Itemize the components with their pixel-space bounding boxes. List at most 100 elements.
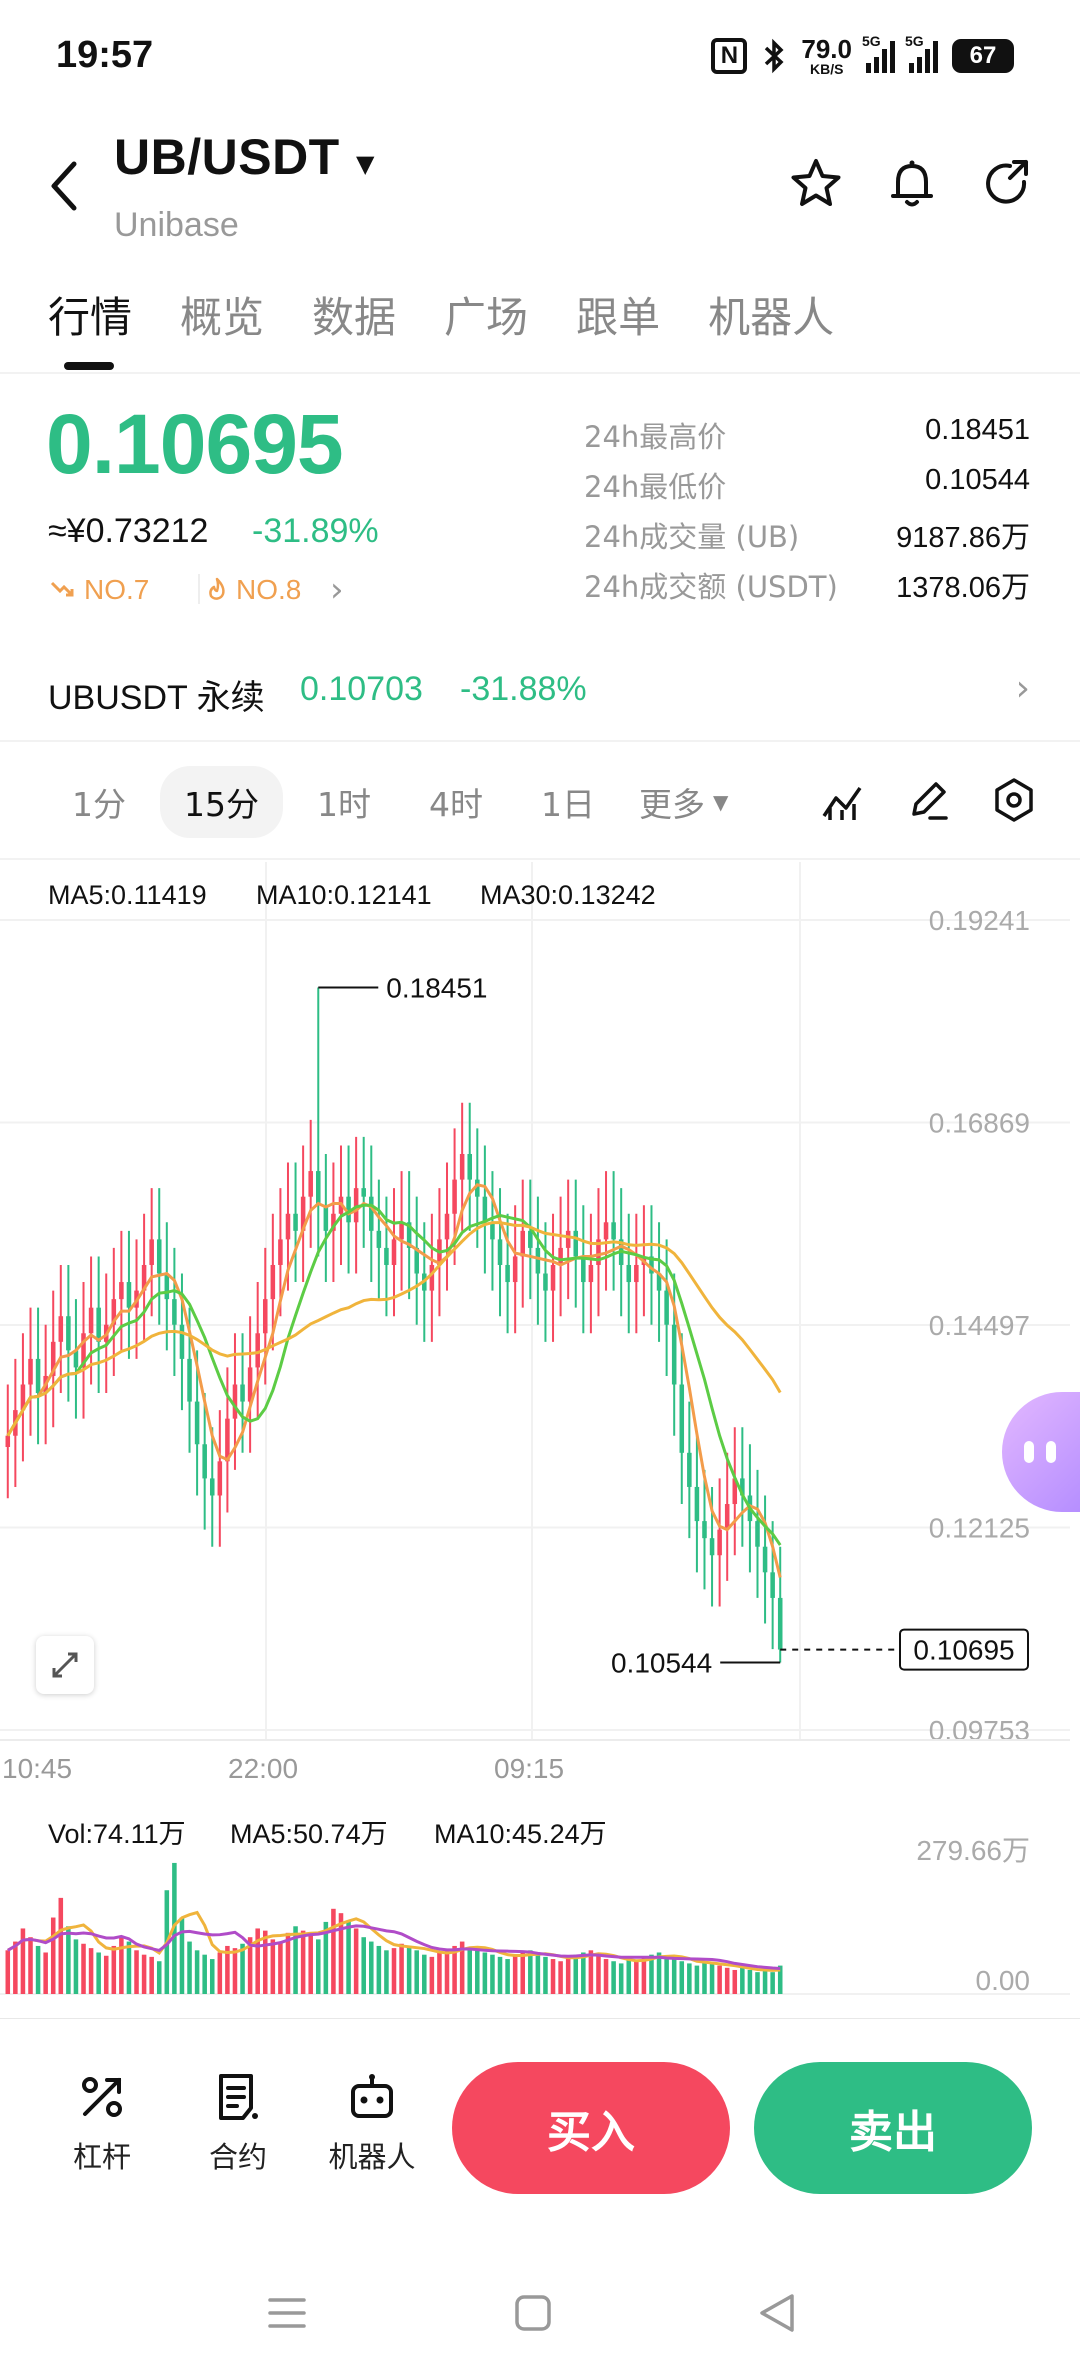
expand-chart-button[interactable]	[36, 1636, 94, 1694]
rank-badge-trend[interactable]: NO.7	[50, 574, 149, 606]
candle-body	[482, 1196, 488, 1223]
bell-icon[interactable]	[884, 156, 940, 212]
volume-bar	[717, 1965, 722, 1994]
volume-bar	[482, 1952, 488, 1994]
assistant-eye-right	[1046, 1441, 1056, 1463]
volume-bar	[565, 1956, 571, 1994]
candle-body	[497, 1239, 503, 1265]
tab-market[interactable]: 行情	[48, 284, 132, 345]
candle-body	[384, 1247, 389, 1265]
candle-body	[164, 1273, 170, 1300]
volume-bar	[603, 1959, 609, 1994]
candle-body	[581, 1256, 586, 1283]
leverage-action[interactable]: 杠杆	[42, 2072, 162, 2176]
low-price-label: 0.10544	[611, 1647, 712, 1678]
share-icon[interactable]	[980, 156, 1036, 212]
volume-bar	[202, 1954, 207, 1994]
volume-bar	[232, 1948, 238, 1994]
star-icon[interactable]	[788, 156, 844, 212]
perpetual-price: 0.10703	[300, 670, 423, 708]
tab-copy-trade[interactable]: 跟单	[576, 284, 660, 345]
candle-body	[179, 1324, 185, 1359]
volume-bar	[626, 1959, 632, 1994]
perpetual-divider	[0, 740, 1080, 742]
high-price-label: 0.18451	[386, 972, 487, 1003]
home-nav-icon[interactable]	[508, 2288, 558, 2338]
pair-title[interactable]: UB/USDT	[114, 128, 340, 186]
tab-robot[interactable]: 机器人	[708, 284, 834, 345]
volume-bar	[755, 1972, 760, 1994]
pair-dropdown-icon[interactable]: ▼	[356, 150, 374, 178]
volume-bar	[111, 1945, 117, 1994]
volume-bar	[5, 1950, 11, 1994]
back-nav-icon[interactable]	[752, 2288, 802, 2338]
candle-body	[88, 1307, 94, 1334]
volume-bar	[573, 1954, 579, 1994]
coin-name: Unibase	[114, 206, 239, 244]
robot-action[interactable]: 机器人	[312, 2072, 432, 2176]
volume-bar	[376, 1945, 382, 1994]
sell-button[interactable]: 卖出	[754, 2062, 1032, 2194]
rank-badge-hot[interactable]: NO.8	[206, 574, 301, 606]
tab-data[interactable]: 数据	[312, 284, 396, 345]
volume-bar	[762, 1969, 768, 1994]
volume-bar	[300, 1930, 306, 1994]
candle-body	[694, 1486, 700, 1522]
candle-body	[172, 1299, 177, 1325]
settings-hex-icon[interactable]	[990, 776, 1038, 824]
interval-15m[interactable]: 15分	[160, 766, 283, 838]
ma10-legend: MA10:0.12141	[256, 880, 432, 910]
candle-body	[626, 1264, 632, 1283]
candle-body	[149, 1239, 154, 1265]
contract-action[interactable]: 合约	[178, 2072, 298, 2176]
vol-legend: Vol:74.11万	[48, 1819, 186, 1849]
volume-bar	[543, 1956, 548, 1994]
main-tabs: 行情 概览 数据 广场 跟单 机器人	[48, 284, 834, 345]
volume-bar	[217, 1952, 223, 1994]
candle-body	[323, 1205, 329, 1231]
volume-bar	[262, 1930, 268, 1994]
candle-body	[58, 1316, 64, 1342]
menu-nav-icon[interactable]	[262, 2288, 312, 2338]
interval-1d[interactable]: 1日	[517, 766, 619, 838]
candle-body	[490, 1222, 495, 1240]
candle-body	[702, 1521, 707, 1539]
candle-body	[709, 1538, 715, 1556]
buy-button[interactable]: 买入	[452, 2062, 730, 2194]
signal-icon: 5G	[862, 33, 895, 73]
volume-bar	[13, 1941, 18, 1994]
stat-value-low: 0.10544	[925, 464, 1030, 496]
candle-body	[285, 1213, 291, 1240]
volume-bar	[73, 1939, 79, 1994]
rank-1: NO.7	[84, 574, 150, 605]
volume-bar	[550, 1959, 556, 1994]
candle-body	[240, 1384, 245, 1402]
volume-max-label: 279.66万	[916, 1835, 1030, 1866]
rank-chevron-icon[interactable]: ›	[330, 570, 344, 610]
volume-bar	[331, 1908, 336, 1994]
tab-overview[interactable]: 概览	[180, 284, 264, 345]
candle-body	[528, 1230, 533, 1248]
back-arrow-icon[interactable]	[44, 158, 84, 214]
volume-bar	[422, 1954, 427, 1994]
candle-body	[262, 1299, 268, 1334]
last-price: 0.10695	[46, 397, 344, 491]
tab-square[interactable]: 广场	[444, 284, 528, 345]
interval-4h[interactable]: 4时	[405, 766, 507, 838]
candle-body	[634, 1264, 639, 1283]
volume-bar	[611, 1961, 616, 1994]
volume-bar	[505, 1959, 510, 1994]
interval-1m[interactable]: 1分	[48, 766, 150, 838]
candle-body	[232, 1384, 238, 1419]
volume-zero-label: 0.00	[976, 1965, 1031, 1996]
candle-body	[679, 1384, 685, 1453]
interval-1h[interactable]: 1时	[293, 766, 395, 838]
indicator-icon[interactable]	[818, 776, 866, 824]
volume-bar	[399, 1943, 404, 1994]
tabs-divider	[0, 372, 1080, 374]
robot-label: 机器人	[328, 2140, 416, 2174]
draw-pen-icon[interactable]	[904, 776, 952, 824]
interval-more[interactable]: 更多 ▼	[629, 766, 738, 838]
candle-body	[558, 1247, 563, 1265]
stat-value-turnover: 1378.06万	[896, 572, 1030, 604]
